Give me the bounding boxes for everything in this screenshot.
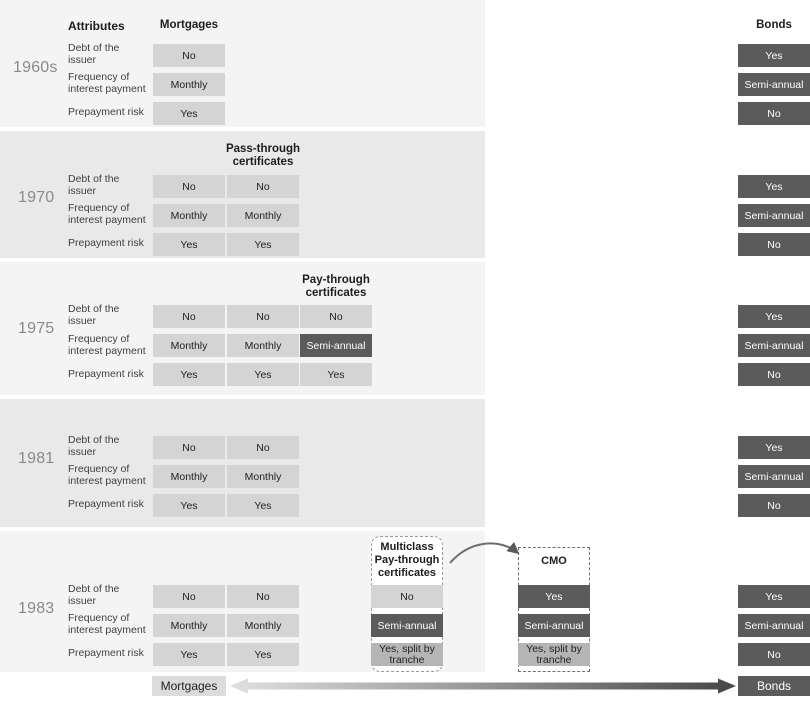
cell-mortgages-debt: No (153, 305, 225, 328)
attribute-label-prepayment: Prepayment risk (68, 498, 144, 510)
cell-cmo-debt: Yes (518, 585, 590, 608)
cell-pass-through-frequency: Monthly (227, 334, 299, 357)
cell-mortgages-frequency: Monthly (153, 204, 225, 227)
cell-multiclass-frequency: Semi-annual (371, 614, 443, 637)
cell-pay-through-frequency: Semi-annual (300, 334, 372, 357)
cell-pass-through-frequency: Monthly (227, 204, 299, 227)
cell-mortgages-prepayment: Yes (153, 102, 225, 125)
attribute-label-frequency: Frequency of interest payment (68, 202, 146, 226)
cell-mortgages-frequency: Monthly (153, 334, 225, 357)
cell-mortgages-frequency: Monthly (153, 465, 225, 488)
cell-pass-through-prepayment: Yes (227, 494, 299, 517)
column-header-pay-through: Pay-through certificates (302, 274, 370, 299)
attribute-label-frequency: Frequency of interest payment (68, 463, 146, 487)
cell-bonds-prepayment: No (738, 102, 810, 125)
attribute-label-debt: Debt of the issuer (68, 303, 120, 327)
cell-pass-through-frequency: Monthly (227, 465, 299, 488)
cell-mortgages-prepayment: Yes (153, 233, 225, 256)
attribute-label-frequency: Frequency of interest payment (68, 333, 146, 357)
cell-bonds-prepayment: No (738, 643, 810, 666)
cell-mortgages-debt: No (153, 175, 225, 198)
attribute-label-prepayment: Prepayment risk (68, 368, 144, 380)
cell-cmo-frequency: Semi-annual (518, 614, 590, 637)
timeline-diagram: Attributes Mortgages Bonds Pass-through … (0, 0, 810, 701)
cell-mortgages-prepayment: Yes (153, 363, 225, 386)
cell-mortgages-frequency: Monthly (153, 614, 225, 637)
cell-pay-through-prepayment: Yes (300, 363, 372, 386)
attribute-label-debt: Debt of the issuer (68, 42, 120, 66)
cell-cmo-prepayment: Yes, split by tranche (518, 643, 590, 666)
spectrum-axis: Mortgages Bonds (0, 676, 810, 701)
cell-mortgages-prepayment: Yes (153, 643, 225, 666)
double-headed-arrow (230, 678, 736, 694)
callout-title-multiclass: Multiclass Pay-through certificates (374, 541, 440, 579)
cell-mortgages-debt: No (153, 44, 225, 67)
cell-pass-through-frequency: Monthly (227, 614, 299, 637)
cell-multiclass-debt: No (371, 585, 443, 608)
cell-pass-through-prepayment: Yes (227, 643, 299, 666)
attribute-label-prepayment: Prepayment risk (68, 106, 144, 118)
era-label-1981: 1981 (18, 450, 55, 467)
column-header-bonds: Bonds (756, 19, 792, 31)
cell-bonds-debt: Yes (738, 44, 810, 67)
cell-pass-through-debt: No (227, 305, 299, 328)
column-header-pass-through: Pass-through certificates (225, 143, 301, 168)
attribute-label-frequency: Frequency of interest payment (68, 71, 146, 95)
era-label-1983: 1983 (18, 600, 55, 617)
cell-bonds-prepayment: No (738, 494, 810, 517)
spectrum-arrow-svg (230, 678, 736, 694)
cell-bonds-debt: Yes (738, 175, 810, 198)
cell-mortgages-debt: No (153, 585, 225, 608)
era-label-1960s: 1960s (13, 59, 58, 76)
cell-pass-through-prepayment: Yes (227, 233, 299, 256)
attribute-label-prepayment: Prepayment risk (68, 237, 144, 249)
cell-bonds-frequency: Semi-annual (738, 73, 810, 96)
cell-pass-through-prepayment: Yes (227, 363, 299, 386)
attribute-label-debt: Debt of the issuer (68, 173, 120, 197)
cell-bonds-frequency: Semi-annual (738, 334, 810, 357)
attribute-label-debt: Debt of the issuer (68, 434, 120, 458)
era-label-1970: 1970 (18, 189, 55, 206)
cell-bonds-frequency: Semi-annual (738, 614, 810, 637)
cell-bonds-debt: Yes (738, 305, 810, 328)
cell-bonds-prepayment: No (738, 233, 810, 256)
attribute-label-frequency: Frequency of interest payment (68, 612, 146, 636)
cell-mortgages-frequency: Monthly (153, 73, 225, 96)
cell-bonds-debt: Yes (738, 585, 810, 608)
cell-bonds-frequency: Semi-annual (738, 465, 810, 488)
attribute-label-prepayment: Prepayment risk (68, 647, 144, 659)
cell-mortgages-prepayment: Yes (153, 494, 225, 517)
column-header-mortgages: Mortgages (159, 19, 219, 31)
cell-pass-through-debt: No (227, 175, 299, 198)
cell-bonds-prepayment: No (738, 363, 810, 386)
cell-pass-through-debt: No (227, 585, 299, 608)
callout-title-cmo: CMO (541, 555, 567, 567)
cell-mortgages-debt: No (153, 436, 225, 459)
cell-pass-through-debt: No (227, 436, 299, 459)
attributes-header: Attributes (68, 19, 125, 33)
cell-multiclass-prepayment: Yes, split by tranche (371, 643, 443, 666)
cell-bonds-frequency: Semi-annual (738, 204, 810, 227)
attribute-label-debt: Debt of the issuer (68, 583, 120, 607)
cell-pay-through-debt: No (300, 305, 372, 328)
era-label-1975: 1975 (18, 320, 55, 337)
cell-bonds-debt: Yes (738, 436, 810, 459)
